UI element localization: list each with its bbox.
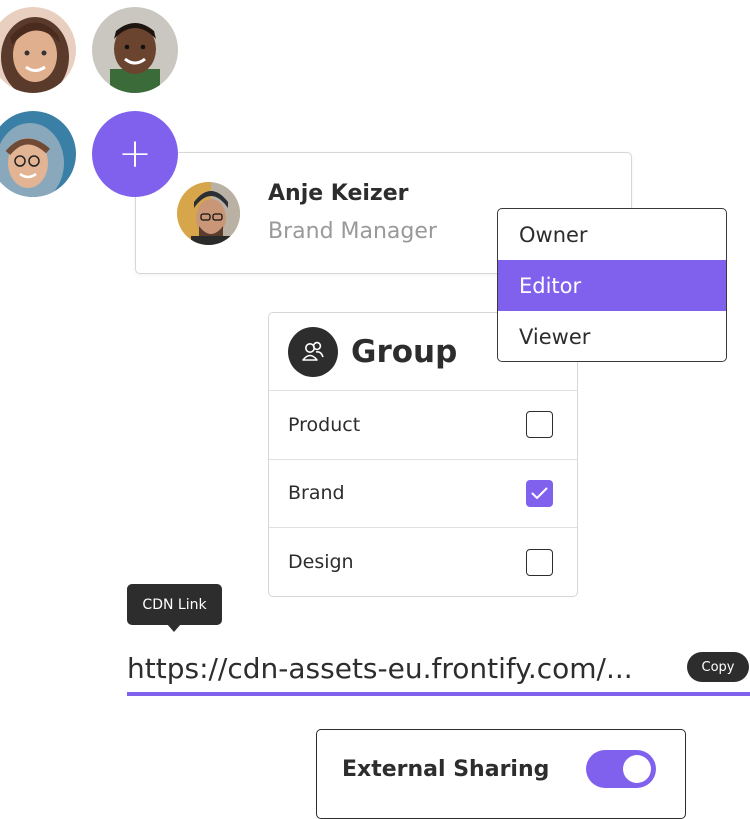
external-sharing-card: External Sharing <box>316 729 686 819</box>
group-icon <box>288 326 338 377</box>
avatar-man-smiling[interactable] <box>92 7 178 93</box>
cdn-link-url[interactable]: https://cdn-assets-eu.frontify.com/... <box>127 652 633 685</box>
design-checkbox[interactable] <box>526 548 553 576</box>
cdn-link-tooltip: CDN Link <box>127 584 222 632</box>
user-name: Anje Keizer <box>268 181 409 206</box>
role-option-editor[interactable]: Editor <box>498 260 726 311</box>
avatar-image <box>0 111 76 197</box>
group-row-product[interactable]: Product <box>269 391 577 460</box>
avatar-woman-smiling[interactable] <box>0 7 76 93</box>
avatar-image <box>0 7 76 93</box>
tooltip-label: CDN Link <box>142 596 207 613</box>
group-row-label: Design <box>288 551 354 574</box>
role-option-viewer[interactable]: Viewer <box>498 311 726 361</box>
group-row-label: Brand <box>288 482 345 505</box>
product-checkbox[interactable] <box>526 411 553 439</box>
toggle-knob <box>623 755 651 783</box>
role-option-label: Owner <box>519 222 588 247</box>
avatar-image <box>177 182 240 245</box>
role-option-owner[interactable]: Owner <box>498 209 726 260</box>
user-role: Brand Manager <box>268 219 437 244</box>
copy-button[interactable]: Copy <box>687 652 749 682</box>
plus-icon: + <box>118 131 152 177</box>
brand-checkbox[interactable] <box>526 479 553 507</box>
role-dropdown-menu: Owner Editor Viewer <box>497 208 727 362</box>
avatar-image <box>92 7 178 93</box>
check-icon <box>531 487 548 499</box>
group-row-design[interactable]: Design <box>269 528 577 597</box>
group-title: Group <box>351 333 458 370</box>
group-row-brand[interactable]: Brand <box>269 460 577 528</box>
group-row-label: Product <box>288 413 361 436</box>
avatar-woman-hoodie[interactable] <box>0 111 76 197</box>
external-sharing-toggle[interactable] <box>586 750 656 788</box>
add-user-button[interactable]: + <box>92 111 178 197</box>
external-sharing-label: External Sharing <box>342 757 550 782</box>
cdn-link-underline <box>127 692 750 696</box>
copy-button-label: Copy <box>701 659 735 675</box>
user-avatar <box>177 182 240 245</box>
role-option-label: Viewer <box>519 324 591 349</box>
role-option-label: Editor <box>519 273 582 298</box>
